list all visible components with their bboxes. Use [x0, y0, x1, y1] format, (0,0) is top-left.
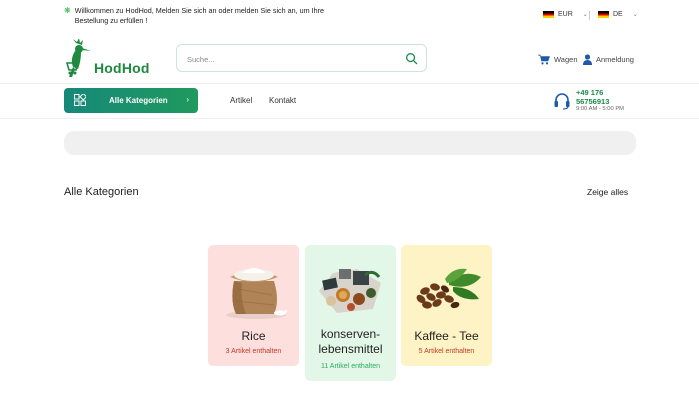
- phone-line-2: 56756913: [576, 97, 610, 106]
- cart-link[interactable]: Wagen: [538, 54, 578, 65]
- category-name: Kaffee - Tee: [414, 329, 479, 343]
- rice-sack-image: [226, 268, 287, 319]
- search-icon[interactable]: [405, 52, 418, 65]
- grid-icon: [74, 94, 86, 106]
- category-name: Rice: [241, 329, 266, 343]
- cart-label: Wagen: [554, 55, 578, 64]
- category-count: 11 Artikel enthalten: [320, 363, 381, 370]
- welcome-text: Willkommen zu HodHod, Melden Sie sich an…: [74, 6, 324, 25]
- category-count: 3 Artikel enthalten: [225, 348, 282, 355]
- coffee-tea-image: [416, 268, 481, 309]
- phone-number: +49 176 56756913: [576, 88, 656, 106]
- cart-icon: [538, 54, 550, 65]
- login-label: Anmeldung: [596, 55, 634, 64]
- chevron-down-icon: ⌄: [582, 12, 588, 18]
- show-all-link[interactable]: Zeige alles: [587, 187, 628, 197]
- category-card-kaffee-tee[interactable]: Kaffee - Tee 5 Artikel enthalten: [401, 245, 492, 366]
- chevron-down-icon: ⌄: [632, 12, 638, 18]
- search-input[interactable]: [187, 52, 387, 66]
- leaf-icon: ❋: [64, 6, 71, 15]
- currency-value: EUR: [558, 11, 573, 18]
- nav-link-artikel[interactable]: Artikel: [230, 96, 252, 105]
- opening-hours: 9:00 AM - 5:00 PM: [576, 106, 625, 112]
- canned-food-image: [319, 269, 381, 313]
- all-categories-label: Alle Kategorien: [109, 96, 168, 105]
- header: HodHod Wagen Anmeldung: [0, 33, 699, 84]
- headset-icon: [554, 93, 570, 110]
- hoopoe-logo-icon: [65, 39, 91, 77]
- nav-link-kontakt[interactable]: Kontakt: [269, 96, 296, 105]
- category-card-konserven[interactable]: konserven- lebensmittel 11 Artikel entha…: [305, 245, 396, 381]
- loading-placeholder: [64, 131, 636, 155]
- flag-de-icon: [598, 11, 609, 18]
- category-count: 5 Artikel enthalten: [418, 348, 475, 355]
- language-selector[interactable]: DE ⌄: [598, 11, 638, 18]
- category-name-line-1: konserven-: [320, 327, 381, 341]
- currency-selector[interactable]: EUR ⌄: [543, 11, 588, 18]
- brand-name[interactable]: HodHod: [94, 60, 150, 76]
- phone-line-1: +49 176: [576, 88, 604, 97]
- top-bar: ❋ Willkommen zu HodHod, Melden Sie sich …: [0, 0, 699, 33]
- divider: [589, 11, 590, 20]
- category-name-line-2: lebensmittel: [318, 342, 383, 356]
- flag-de-icon: [543, 11, 554, 18]
- section-title: Alle Kategorien: [64, 186, 139, 198]
- language-value: DE: [613, 11, 623, 18]
- category-card-rice[interactable]: Rice 3 Artikel enthalten: [208, 245, 299, 366]
- chevron-right-icon: ›: [186, 95, 189, 104]
- login-link[interactable]: Anmeldung: [583, 54, 634, 65]
- search-bar: [176, 44, 427, 72]
- category-name: konserven- lebensmittel: [305, 327, 396, 357]
- welcome-message: ❋ Willkommen zu HodHod, Melden Sie sich …: [64, 6, 334, 26]
- user-icon: [583, 54, 592, 65]
- all-categories-button[interactable]: Alle Kategorien ›: [64, 88, 198, 113]
